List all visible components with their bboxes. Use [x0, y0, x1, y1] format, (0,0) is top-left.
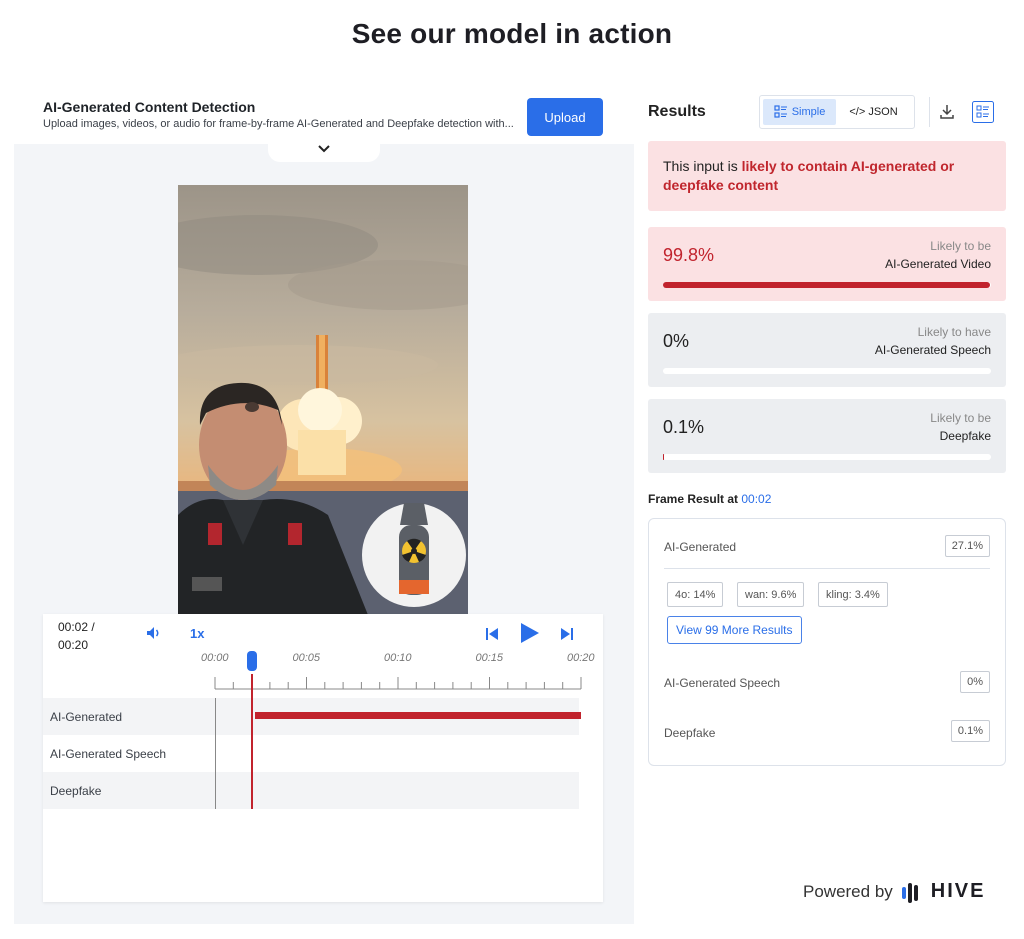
detector-panel: AI-Generated Content Detection Upload im… — [14, 86, 634, 924]
download-icon — [940, 105, 954, 119]
score-qualifier: Likely to have — [917, 325, 991, 339]
frame-speech-value: 0% — [960, 671, 990, 693]
time-current: 00:02 / — [58, 620, 95, 634]
results-title: Results — [648, 103, 706, 120]
hive-logo-icon — [901, 882, 918, 903]
playhead-line — [250, 674, 253, 809]
hive-brand: HIVE — [930, 880, 986, 902]
track-row-ai-speech: AI-Generated Speech — [43, 735, 579, 772]
frame-divider — [664, 568, 990, 569]
score-qualifier: Likely to be — [930, 411, 991, 425]
skip-previous-icon — [486, 628, 498, 640]
simple-label: Simple — [791, 106, 826, 118]
upload-button[interactable]: Upload — [527, 98, 603, 136]
score-category: AI-Generated Speech — [874, 343, 991, 357]
frame-result-label: Frame Result at — [648, 492, 739, 506]
volume-button[interactable] — [146, 626, 162, 645]
score-card: 0.1% Likely to be Deepfake — [648, 399, 1006, 473]
model-chip-kling: kling: 3.4% — [818, 582, 888, 607]
verdict-alert: This input is likely to contain AI-gener… — [648, 141, 1006, 211]
model-chip-4o: 4o: 14% — [667, 582, 724, 607]
video-frame-image — [178, 215, 468, 615]
timeline-start-line — [215, 698, 216, 809]
time-readout: 00:02 / 00:20 — [58, 618, 95, 654]
video-preview[interactable] — [178, 185, 468, 615]
playhead-handle[interactable] — [246, 651, 257, 671]
detector-title: AI-Generated Content Detection — [43, 99, 256, 115]
score-bar — [663, 454, 991, 460]
json-view-button[interactable]: </> JSON — [836, 99, 911, 125]
page-title: See our model in action — [351, 18, 673, 49]
score-bar-fill — [663, 282, 991, 288]
play-icon — [521, 623, 539, 643]
alert-prefix: This input is — [663, 158, 742, 174]
score-percent: 0% — [663, 331, 690, 351]
powered-by-label: Powered by — [803, 881, 893, 901]
download-button[interactable] — [939, 104, 955, 125]
simple-view-button[interactable]: Simple — [763, 99, 837, 125]
model-chip-wan: wan: 9.6% — [737, 582, 805, 607]
play-button[interactable] — [521, 623, 539, 648]
previous-button[interactable] — [486, 627, 498, 645]
next-button[interactable] — [561, 627, 573, 645]
frame-ai-generated-label: AI-Generated — [664, 540, 737, 554]
view-more-results-button[interactable]: View 99 More Results — [667, 616, 802, 644]
track-label: Deepfake — [50, 783, 102, 798]
view-toggle: Simple </> JSON — [759, 95, 915, 129]
detector-subtitle: Upload images, videos, or audio for fram… — [43, 118, 514, 130]
toolbar-divider — [929, 97, 930, 127]
frame-result-card: AI-Generated 27.1% 4o: 14% wan: 9.6% kli… — [648, 518, 1006, 766]
frame-deepfake-label: Deepfake — [664, 726, 716, 740]
score-bar — [663, 368, 991, 374]
track-label: AI-Generated Speech — [50, 746, 167, 761]
timeline[interactable]: 00:00 00:05 00:10 00:15 00:20 AI-Generated A… — [43, 651, 603, 812]
frame-result-time: 00:02 — [741, 492, 772, 506]
playback-speed[interactable]: 1x — [190, 626, 204, 641]
volume-icon — [147, 627, 159, 639]
score-percent: 0.1% — [663, 417, 705, 437]
track-label: AI-Generated — [50, 709, 123, 724]
detail-view-button[interactable] — [972, 101, 994, 128]
video-player: 00:02 / 00:20 1x 00:00 00:05 00:10 00:15 00:… — [43, 614, 603, 902]
frame-result-title: Frame Result at 00:02 — [648, 492, 771, 506]
timeline-ruler — [214, 677, 582, 690]
collapse-toggle[interactable] — [268, 136, 380, 162]
ai-generated-segment[interactable] — [254, 712, 581, 719]
score-category: Deepfake — [939, 429, 991, 443]
frame-speech-label: AI-Generated Speech — [664, 676, 781, 690]
score-bar — [663, 282, 991, 288]
skip-next-icon — [561, 628, 573, 640]
powered-by: Powered by HIVE — [803, 880, 985, 903]
frame-ai-generated-value: 27.1% — [944, 535, 990, 557]
score-category: AI-Generated Video — [885, 257, 991, 271]
track-row-deepfake: Deepfake — [43, 772, 579, 809]
score-percent: 99.8% — [663, 245, 715, 265]
score-qualifier: Likely to be — [930, 239, 991, 253]
detail-list-icon — [972, 101, 994, 123]
score-card: 99.8% Likely to be AI-Generated Video — [648, 227, 1006, 301]
chevron-down-icon — [318, 145, 330, 153]
score-card: 0% Likely to have AI-Generated Speech — [648, 313, 1006, 387]
frame-deepfake-value: 0.1% — [950, 720, 990, 742]
list-view-icon — [774, 105, 787, 118]
